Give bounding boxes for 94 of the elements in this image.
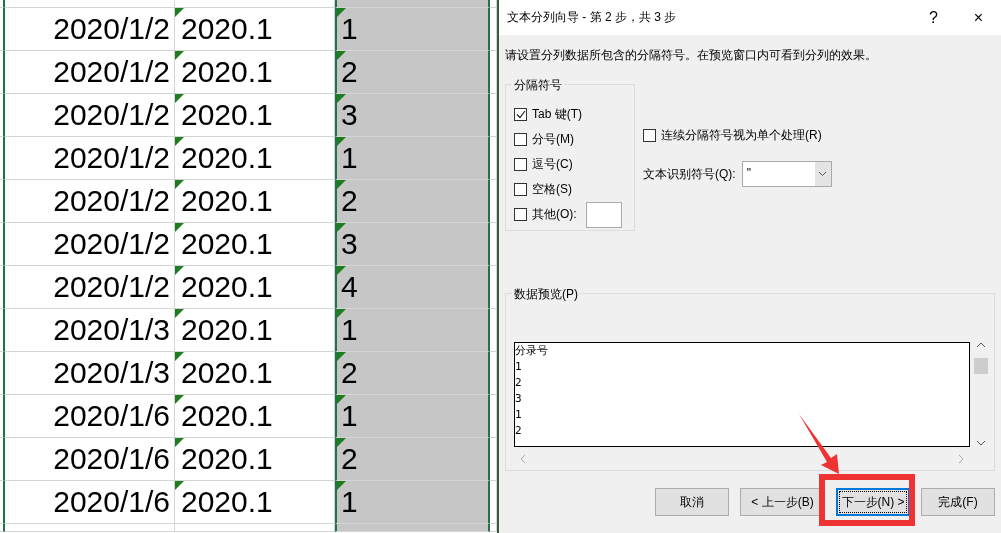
input-field[interactable] bbox=[585, 201, 622, 228]
error-marker-icon bbox=[337, 266, 346, 275]
checkbox-label[interactable]: 分号(M) bbox=[532, 131, 574, 148]
checkbox-label[interactable]: 连续分隔符号视为单个处理(R) bbox=[661, 127, 822, 144]
preview-line: 2 bbox=[515, 375, 523, 391]
table-cell: 2020/1/3 bbox=[5, 309, 175, 352]
instruction-text: 请设置分列数据所包含的分隔符号。在预览窗口内可看到分列的效果。 bbox=[505, 47, 878, 64]
table-cell: 2020/1/2 bbox=[5, 51, 175, 94]
table-cell: 2020.1 bbox=[181, 12, 273, 45]
table-cell: 2020.1 bbox=[181, 55, 273, 88]
error-marker-icon bbox=[337, 94, 346, 103]
table-cell: 2020/1/6 bbox=[5, 438, 175, 481]
table-cell: 2020/1/2 bbox=[5, 8, 175, 51]
qualifier-dropdown[interactable]: " bbox=[741, 161, 832, 187]
group-legend: 数据预览(P) bbox=[512, 286, 580, 303]
table-cell: 1 bbox=[341, 485, 358, 518]
checkbox[interactable] bbox=[514, 108, 527, 121]
dialog-button[interactable]: 取消 bbox=[655, 488, 729, 516]
error-marker-icon bbox=[337, 438, 346, 447]
checkbox-label[interactable]: 逗号(C) bbox=[532, 156, 573, 173]
preview-line: 分录号 bbox=[515, 343, 549, 359]
table-cell: 2 bbox=[341, 184, 358, 217]
table-cell: 2 bbox=[341, 356, 358, 389]
table-cell: 1 bbox=[341, 12, 358, 45]
table-cell: 2020.1 bbox=[181, 98, 273, 131]
error-marker-icon bbox=[337, 309, 346, 318]
group-legend: 分隔符号 bbox=[512, 77, 564, 94]
error-marker-icon bbox=[337, 352, 346, 361]
error-marker-icon bbox=[175, 51, 184, 60]
table-cell: 2020/1/6 bbox=[5, 481, 175, 524]
error-marker-icon bbox=[175, 180, 184, 189]
checkbox[interactable] bbox=[514, 133, 527, 146]
chevron-down-icon bbox=[818, 171, 828, 177]
table-cell: 2020/1/2 bbox=[5, 137, 175, 180]
error-marker-icon bbox=[175, 266, 184, 275]
error-marker-icon bbox=[175, 395, 184, 404]
table-cell: 2 bbox=[341, 442, 358, 475]
error-marker-icon bbox=[175, 352, 184, 361]
table-cell: 2 bbox=[341, 55, 358, 88]
scroll-down-icon[interactable] bbox=[976, 440, 986, 446]
error-marker-icon bbox=[337, 395, 346, 404]
error-marker-icon bbox=[337, 8, 346, 17]
table-cell: 2020.1 bbox=[181, 184, 273, 217]
table-cell: 2020.1 bbox=[181, 227, 273, 260]
preview-line: 1 bbox=[515, 407, 523, 423]
error-marker-icon bbox=[337, 481, 346, 490]
dialog-button[interactable]: 完成(F) bbox=[921, 488, 995, 516]
scroll-thumb[interactable] bbox=[974, 358, 988, 374]
table-cell: 2020/1/2 bbox=[5, 94, 175, 137]
error-marker-icon bbox=[175, 223, 184, 232]
table-cell: 2020/1/2 bbox=[5, 223, 175, 266]
dialog-button[interactable]: 下一步(N) > bbox=[836, 488, 910, 516]
close-button[interactable]: × bbox=[956, 8, 1001, 27]
error-marker-icon bbox=[175, 8, 184, 17]
table-cell: 2020.1 bbox=[181, 313, 273, 346]
error-marker-icon bbox=[337, 137, 346, 146]
checkbox[interactable] bbox=[514, 183, 527, 196]
table-cell: 4 bbox=[341, 270, 358, 303]
table-cell: 2020.1 bbox=[181, 442, 273, 475]
table-cell: 1 bbox=[341, 141, 358, 174]
error-marker-icon bbox=[175, 481, 184, 490]
scroll-up-icon[interactable] bbox=[976, 342, 986, 348]
checkbox-label[interactable]: 空格(S) bbox=[532, 181, 572, 198]
error-marker-icon bbox=[337, 180, 346, 189]
table-cell: 2020/1/2 bbox=[5, 266, 175, 309]
table-cell: 3 bbox=[341, 227, 358, 260]
checkbox[interactable] bbox=[514, 158, 527, 171]
checkbox-label[interactable]: 其他(O): bbox=[532, 206, 577, 223]
table-cell: 1 bbox=[341, 313, 358, 346]
table-cell: 3 bbox=[341, 98, 358, 131]
preview-line: 2 bbox=[515, 423, 523, 439]
error-marker-icon bbox=[175, 438, 184, 447]
table-cell: 2020.1 bbox=[181, 356, 273, 389]
checkbox[interactable] bbox=[643, 129, 656, 142]
table-cell: 2020/1/2 bbox=[5, 180, 175, 223]
table-cell: 2020/1/6 bbox=[5, 395, 175, 438]
table-cell: 1 bbox=[341, 399, 358, 432]
checkbox[interactable] bbox=[514, 208, 527, 221]
help-button[interactable]: ? bbox=[911, 8, 956, 27]
table-cell: 2020.1 bbox=[181, 141, 273, 174]
table-cell: 2020.1 bbox=[181, 399, 273, 432]
preview-line: 1 bbox=[515, 359, 523, 375]
window-title: 文本分列向导 - 第 2 步，共 3 步 bbox=[507, 9, 678, 26]
field-label: 文本识别符号(Q): bbox=[643, 165, 736, 183]
table-cell: 2020.1 bbox=[181, 485, 273, 518]
error-marker-icon bbox=[337, 223, 346, 232]
table-cell: 2020/1/3 bbox=[5, 352, 175, 395]
table-cell: 2020.1 bbox=[181, 270, 273, 303]
error-marker-icon bbox=[337, 51, 346, 60]
preview-line: 3 bbox=[515, 391, 523, 407]
error-marker-icon bbox=[175, 137, 184, 146]
checkbox-label[interactable]: Tab 键(T) bbox=[532, 106, 582, 123]
error-marker-icon bbox=[175, 94, 184, 103]
error-marker-icon bbox=[175, 309, 184, 318]
